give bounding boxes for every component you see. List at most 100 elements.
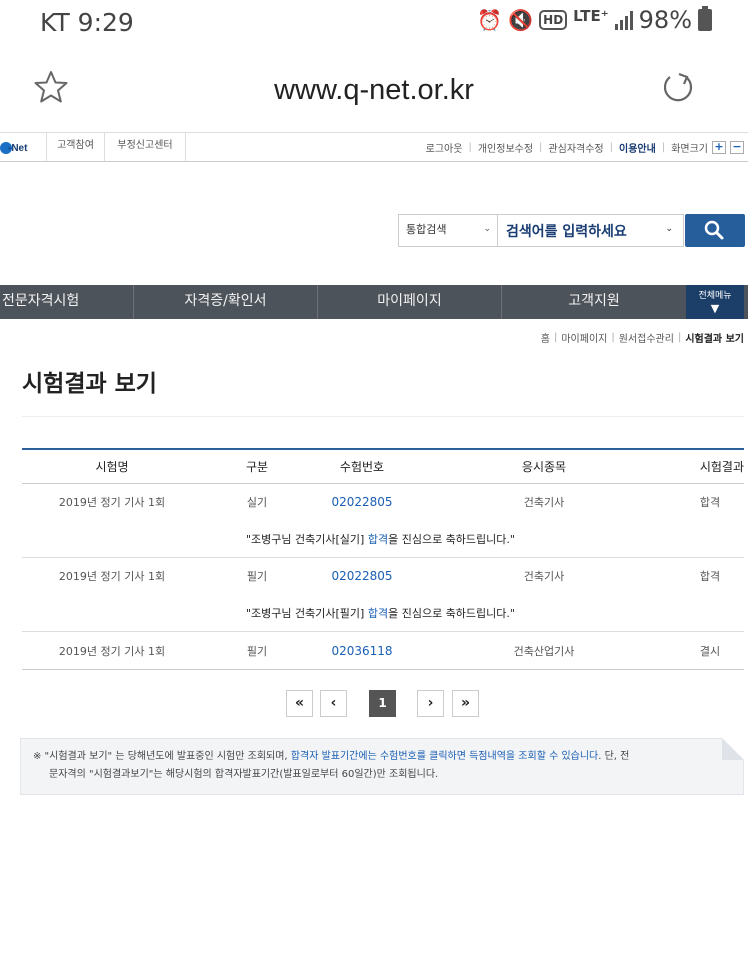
header-number: 수험번호	[339, 460, 385, 474]
notice-part-2: . 단, 전	[598, 751, 630, 762]
exam-result: 결시	[699, 644, 721, 658]
prev-page-button[interactable]: ‹	[320, 690, 347, 717]
hd-icon: HD	[539, 10, 568, 30]
nav-customer-support[interactable]: 고객지원	[502, 285, 686, 319]
table-header: 시험명 구분 수험번호 응시종목 시험결과	[22, 450, 744, 484]
chevron-down-icon: ⌄	[665, 224, 673, 234]
congrats-pass: 합격	[367, 607, 389, 620]
edit-profile-link[interactable]: 개인정보수정	[478, 140, 533, 155]
next-page-button[interactable]: ›	[417, 690, 444, 717]
all-menu-button[interactable]: 전체메뉴 ▼	[686, 285, 744, 319]
alarm-icon: ⏰	[477, 8, 503, 32]
site-util-bar: -Net 고객참여 부정신고센터 로그아웃 | 개인정보수정 | 관심자격수정 …	[0, 132, 748, 162]
nav-mypage[interactable]: 마이페이지	[318, 285, 502, 319]
first-page-button[interactable]: «	[286, 690, 313, 717]
search-scope-select[interactable]: 통합검색 ⌄	[398, 214, 498, 247]
search-scope-value: 통합검색	[406, 223, 447, 236]
divider: |	[553, 332, 558, 343]
exam-name: 2019년 정기 기사 1회	[58, 570, 166, 583]
exam-name: 2019년 정기 기사 1회	[58, 496, 166, 509]
exam-number-link[interactable]: 02036118	[312, 632, 412, 669]
table-row: 2019년 정기 기사 1회 실기 02022805 건축기사 합격	[22, 484, 744, 520]
exam-subject: 건축기사	[523, 496, 565, 509]
search-icon	[704, 220, 724, 240]
page-fold-decoration	[722, 738, 744, 760]
battery-percent: 98%	[638, 6, 692, 34]
header-subject: 응시종목	[521, 460, 567, 474]
divider: |	[539, 141, 543, 153]
chevron-down-icon: ⌄	[483, 224, 491, 234]
reload-icon[interactable]	[660, 70, 696, 106]
divider: |	[609, 141, 613, 153]
result-table: 시험명 구분 수험번호 응시종목 시험결과 2019년 정기 기사 1회 실기 …	[22, 448, 744, 670]
util-links: 로그아웃 | 개인정보수정 | 관심자격수정 | 이용안내 | 화면크기 + −	[426, 133, 744, 161]
header-result: 시험결과	[699, 460, 744, 474]
carrier-time: KT 9:29	[40, 8, 134, 37]
congrats-prefix: "조병구님 건축기사[실기]	[246, 533, 368, 546]
breadcrumb: 홈 | 마이페이지 | 원서접수관리 | 시험결과 보기	[541, 330, 744, 345]
breadcrumb-current: 시험결과 보기	[685, 334, 744, 345]
notice-box: ※ "시험결과 보기" 는 당해년도에 발표중인 시험만 조회되며, 합격자 발…	[20, 738, 744, 795]
tab-customer-participation[interactable]: 고객참여	[46, 133, 104, 161]
interest-cert-link[interactable]: 관심자격수정	[548, 140, 603, 155]
exam-subject: 건축산업기사	[513, 644, 575, 658]
divider: |	[677, 332, 682, 343]
congrats-pass: 합격	[367, 533, 389, 546]
title-divider	[22, 416, 744, 417]
url-text[interactable]: www.q-net.or.kr	[0, 74, 748, 107]
qnet-logo-text: -Net	[8, 143, 28, 154]
exam-result: 합격	[699, 496, 721, 509]
congrats-suffix: 을 진심으로 축하드립니다."	[388, 607, 515, 620]
qnet-logo[interactable]: -Net	[0, 137, 40, 159]
header-exam: 시험명	[95, 460, 129, 474]
exam-type: 필기	[246, 570, 268, 583]
notice-highlight: 합격자 발표기간에는 수험번호를 클릭하면 득점내역을 조회할 수 있습니다	[290, 751, 599, 762]
notice-line-2: 문자격의 "시험결과보기"는 해당시험의 합격자발표기간(발표일로부터 60일간…	[49, 769, 439, 780]
exam-number-link[interactable]: 02022805	[312, 484, 412, 520]
exam-type: 실기	[246, 496, 268, 509]
search-input[interactable]: 검색어를 입력하세요 ⌄	[498, 214, 684, 247]
battery-icon	[698, 6, 712, 31]
notice-part-1: ※ "시험결과 보기" 는 당해년도에 발표중인 시험만 조회되며,	[33, 751, 291, 762]
last-page-button[interactable]: »	[452, 690, 479, 717]
divider: |	[611, 332, 615, 343]
breadcrumb-application[interactable]: 원서접수관리	[619, 330, 674, 345]
nav-certificate[interactable]: 자격증/확인서	[134, 285, 318, 319]
screen-size-label: 화면크기	[671, 143, 708, 155]
logout-link[interactable]: 로그아웃	[426, 140, 463, 155]
status-bar: KT 9:29 ⏰ 🔇 HD LTE⁺ 98%	[0, 0, 748, 44]
exam-number-link[interactable]: 02022805	[312, 558, 412, 594]
search-placeholder: 검색어를 입력하세요	[506, 224, 627, 240]
divider: |	[468, 141, 472, 153]
nav-professional-exam[interactable]: 전문자격시험	[0, 285, 134, 319]
exam-type: 필기	[246, 644, 268, 658]
congrats-row: "조병구님 건축기사[실기] 합격을 진심으로 축하드립니다."	[22, 520, 744, 558]
search-button[interactable]	[685, 214, 745, 247]
lte-icon: LTE⁺	[573, 7, 609, 25]
breadcrumb-mypage[interactable]: 마이페이지	[561, 330, 607, 345]
all-menu-label: 전체메뉴	[698, 291, 732, 301]
page-title: 시험결과 보기	[22, 371, 157, 397]
divider: |	[661, 141, 666, 153]
exam-name: 2019년 정기 기사 1회	[58, 644, 166, 658]
exam-result: 합격	[699, 570, 721, 583]
zoom-in-button[interactable]: +	[712, 140, 726, 154]
header-type: 구분	[245, 460, 269, 474]
main-nav: 전문자격시험 자격증/확인서 마이페이지 고객지원 전체메뉴 ▼	[0, 285, 748, 319]
usage-guide-link[interactable]: 이용안내	[619, 140, 656, 155]
signal-icon	[614, 10, 633, 30]
tab-report-center[interactable]: 부정신고센터	[104, 133, 186, 161]
breadcrumb-home[interactable]: 홈	[541, 330, 550, 345]
congrats-message: "조병구님 건축기사[실기] 합격을 진심으로 축하드립니다."	[246, 531, 515, 547]
table-row: 2019년 정기 기사 1회 필기 02036118 건축산업기사 결시	[22, 632, 744, 670]
chevron-down-icon: ▼	[710, 302, 720, 315]
pagination: « ‹ 1 › »	[0, 690, 748, 718]
notice-line-1: ※ "시험결과 보기" 는 당해년도에 발표중인 시험만 조회되며, 합격자 발…	[33, 748, 733, 766]
congrats-suffix: 을 진심으로 축하드립니다."	[388, 533, 515, 546]
page-1-button[interactable]: 1	[369, 690, 396, 717]
mute-icon: 🔇	[508, 8, 534, 32]
congrats-prefix: "조병구님 건축기사[필기]	[246, 607, 368, 620]
exam-subject: 건축기사	[523, 570, 565, 583]
status-icons: ⏰ 🔇 HD LTE⁺ 98%	[477, 6, 712, 34]
zoom-out-button[interactable]: −	[730, 140, 744, 154]
